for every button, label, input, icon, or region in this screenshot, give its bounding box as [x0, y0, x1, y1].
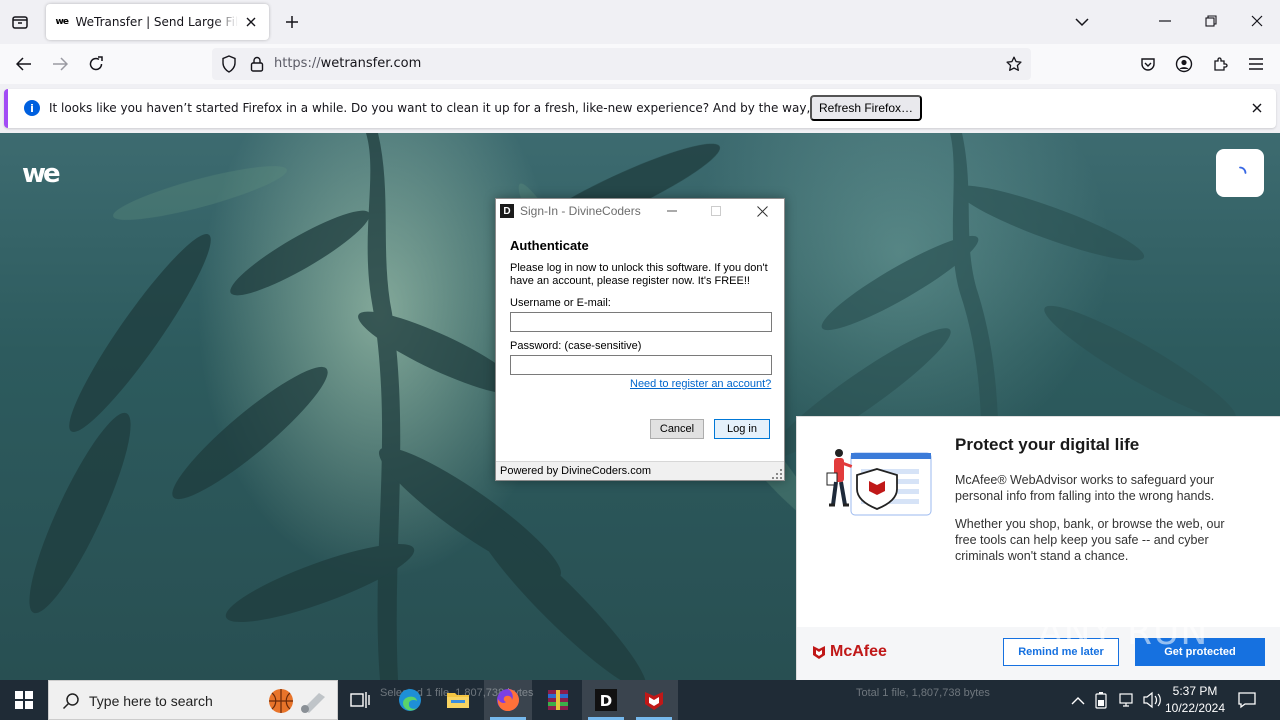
powered-by-text: Powered by DivineCoders.com — [500, 465, 652, 477]
register-account-link[interactable]: Need to register an account? — [630, 378, 771, 390]
tracking-protection-shield-icon[interactable] — [220, 55, 238, 73]
clock-time: 5:37 PM — [1172, 684, 1218, 698]
mcafee-logo: McAfee — [811, 643, 887, 661]
log-in-button[interactable]: Log in — [714, 419, 770, 439]
mcafee-action-bar: McAfee Remind me later Get protected — [797, 627, 1280, 681]
clock-date: 10/22/2024 — [1164, 701, 1226, 715]
restore-window-icon[interactable] — [1196, 6, 1226, 36]
svg-text:D: D — [600, 692, 612, 710]
mcafee-taskbar-icon[interactable] — [630, 680, 678, 720]
close-window-icon[interactable] — [1242, 6, 1272, 36]
volume-icon[interactable] — [1143, 691, 1161, 709]
extensions-icon[interactable] — [1206, 50, 1234, 78]
tab-strip: we WeTransfer | Send Large Files Fast — [0, 0, 1280, 44]
tab-title: WeTransfer | Send Large Files Fast — [75, 15, 238, 29]
taskbar-search-box[interactable]: Type here to search — [48, 680, 338, 720]
notification-message: It looks like you haven’t started Firefo… — [49, 101, 905, 115]
dialog-titlebar[interactable]: D Sign-In - DivineCoders — [496, 199, 784, 223]
dialog-minimize-icon[interactable] — [660, 201, 684, 221]
battery-meter-icon[interactable] — [1095, 692, 1107, 709]
dialog-description: Please log in now to unlock this softwar… — [510, 262, 768, 287]
info-icon: i — [24, 100, 40, 116]
resize-grip-icon[interactable] — [772, 468, 782, 479]
divinecoders-app-icon: D — [500, 204, 514, 218]
cancel-button[interactable]: Cancel — [650, 419, 704, 439]
windows-start-icon[interactable] — [0, 680, 48, 720]
firefox-refresh-notification: i It looks like you haven’t started Fire… — [4, 89, 1276, 128]
dialog-footer: Powered by DivineCoders.com — [496, 461, 784, 480]
sign-in-dialog: D Sign-In - DivineCoders Authenticate Pl… — [495, 198, 785, 481]
back-icon[interactable] — [10, 50, 38, 78]
wetransfer-favicon-icon: we — [55, 17, 69, 27]
lock-icon[interactable] — [248, 55, 266, 73]
wetransfer-logo[interactable]: we — [22, 159, 61, 189]
search-placeholder: Type here to search — [89, 693, 213, 709]
mcafee-shield-icon — [813, 646, 825, 659]
network-icon[interactable] — [1119, 693, 1133, 707]
username-label: Username or E-mail: — [510, 297, 611, 309]
task-view-icon[interactable] — [336, 680, 384, 720]
system-tray — [1068, 680, 1164, 720]
mcafee-title: Protect your digital life — [955, 435, 1140, 454]
mcafee-paragraph-1: McAfee® WebAdvisor works to safeguard yo… — [955, 473, 1215, 503]
app-menu-icon[interactable] — [1242, 50, 1270, 78]
browser-tab[interactable]: we WeTransfer | Send Large Files Fast — [46, 4, 269, 40]
close-tab-icon[interactable] — [242, 12, 261, 32]
mcafee-paragraph-2: Whether you shop, bank, or browse the we… — [955, 517, 1225, 563]
password-label: Password: (case-sensitive) — [510, 340, 642, 352]
file-explorer-icon[interactable] — [434, 680, 482, 720]
edge-icon[interactable] — [386, 680, 434, 720]
divinecoders-taskbar-icon[interactable]: D — [582, 680, 630, 720]
get-protected-button[interactable]: Get protected — [1135, 638, 1265, 666]
dialog-heading: Authenticate — [510, 238, 589, 253]
minimize-window-icon[interactable] — [1150, 6, 1180, 36]
url-text[interactable]: https://wetransfer.com — [274, 56, 421, 71]
windows-taskbar: Type here to search Selected 1 file, 1,8… — [0, 680, 1280, 720]
account-icon[interactable] — [1170, 50, 1198, 78]
list-all-tabs-icon[interactable] — [1068, 8, 1096, 36]
url-scheme: https:// — [274, 56, 321, 71]
forward-icon[interactable] — [46, 50, 74, 78]
search-highlight-icon — [267, 687, 331, 715]
dialog-close-icon[interactable] — [750, 201, 774, 221]
mcafee-webadvisor-panel: Protect your digital life McAfee® WebAdv… — [796, 416, 1280, 681]
bookmark-star-icon[interactable] — [1004, 54, 1024, 74]
close-notification-icon[interactable] — [1248, 99, 1266, 117]
navigation-toolbar: https://wetransfer.com — [0, 44, 1280, 84]
taskbar-clock[interactable]: 5:37 PM 10/22/2024 — [1162, 683, 1228, 717]
pocket-icon[interactable] — [1134, 50, 1162, 78]
url-host: wetransfer.com — [320, 56, 422, 71]
action-center-icon[interactable] — [1234, 688, 1260, 712]
mcafee-logo-text: McAfee — [830, 643, 887, 660]
loading-spinner-icon[interactable] — [1216, 149, 1264, 197]
security-illustration — [821, 445, 933, 535]
firefox-view-icon[interactable] — [6, 8, 34, 36]
dialog-maximize-icon[interactable] — [704, 201, 728, 221]
new-tab-icon[interactable] — [278, 8, 306, 36]
firefox-icon[interactable] — [484, 680, 532, 720]
ghost-status-text-2: Total 1 file, 1,807,738 bytes — [856, 687, 990, 699]
username-input[interactable] — [510, 312, 772, 332]
url-bar[interactable]: https://wetransfer.com — [212, 48, 1031, 80]
winrar-icon[interactable] — [534, 680, 582, 720]
password-input[interactable] — [510, 355, 772, 375]
dialog-title: Sign-In - DivineCoders — [520, 204, 641, 218]
reload-icon[interactable] — [82, 50, 110, 78]
remind-me-later-button[interactable]: Remind me later — [1003, 638, 1119, 666]
search-icon — [61, 691, 81, 711]
show-hidden-icons-icon[interactable] — [1071, 697, 1085, 705]
refresh-firefox-button[interactable]: Refresh Firefox… — [810, 95, 922, 121]
